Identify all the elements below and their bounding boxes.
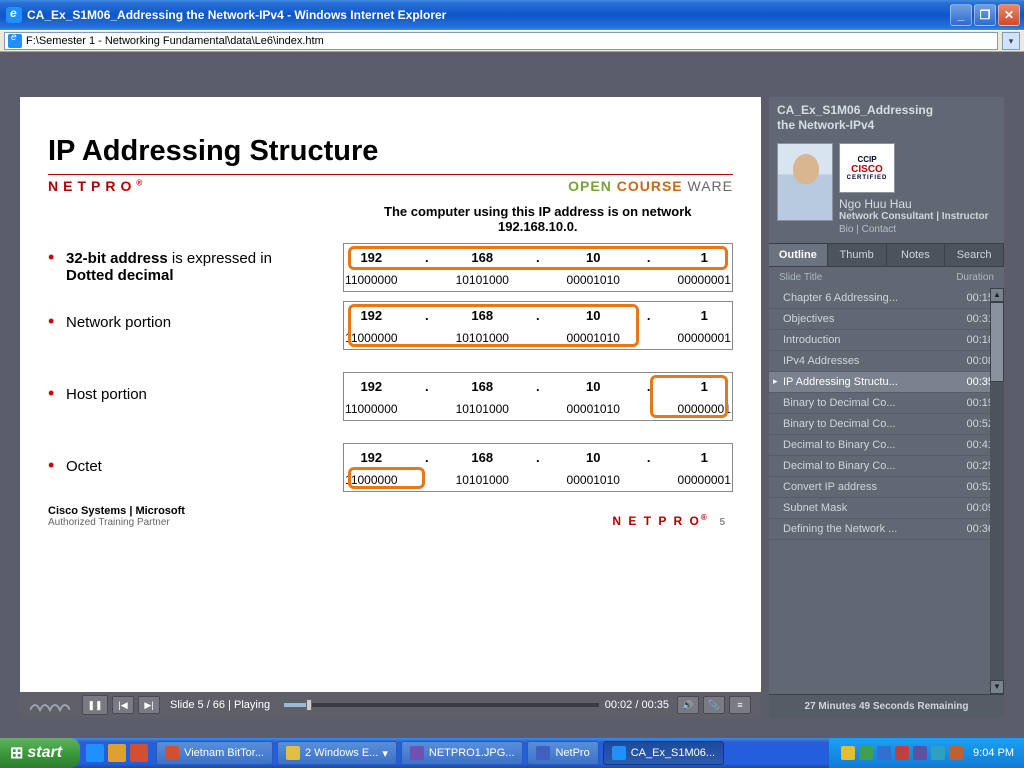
outline-header: Slide TitleDuration — [769, 267, 1004, 288]
outline-item[interactable]: IPv4 Addresses00:08 — [769, 351, 1004, 372]
bullet-item: Host portion — [48, 386, 308, 403]
address-field[interactable]: F:\Semester 1 - Networking Fundamental\d… — [4, 32, 998, 50]
tray-icon[interactable] — [841, 746, 855, 760]
address-dropdown[interactable]: ▾ — [1002, 32, 1020, 50]
slide-column: IP Addressing Structure NETPRO® OPEN COU… — [20, 97, 761, 718]
close-button[interactable]: ✕ — [998, 4, 1020, 26]
tab-thumb[interactable]: Thumb — [828, 244, 887, 266]
task-item-active[interactable]: CA_Ex_S1M06... — [603, 741, 724, 765]
tray-icon[interactable] — [913, 746, 927, 760]
tray-icon[interactable] — [859, 746, 873, 760]
address-bar: F:\Semester 1 - Networking Fundamental\d… — [0, 30, 1024, 52]
netpro-footer: N E T P R O® 5 — [612, 513, 733, 528]
task-item[interactable]: NETPRO1.JPG... — [401, 741, 524, 765]
task-item[interactable]: 2 Windows E...▾ — [277, 741, 397, 765]
menu-button[interactable]: ≡ — [729, 696, 751, 714]
sidebar: CA_Ex_S1M06_Addressingthe Network-IPv4 C… — [769, 97, 1004, 718]
outline-item[interactable]: Objectives00:31 — [769, 309, 1004, 330]
tab-search[interactable]: Search — [945, 244, 1004, 266]
slide-title: IP Addressing Structure — [48, 135, 733, 168]
outline-item[interactable]: Introduction00:18 — [769, 330, 1004, 351]
outline-item[interactable]: Binary to Decimal Co...00:52 — [769, 414, 1004, 435]
tab-outline[interactable]: Outline — [769, 244, 828, 266]
author-role: Network Consultant | Instructor — [839, 211, 996, 222]
quick-launch — [80, 744, 154, 762]
outline-item[interactable]: Convert IP address00:52 — [769, 477, 1004, 498]
author-name: Ngo Huu Hau — [839, 197, 996, 211]
presenter: IP Addressing Structure NETPRO® OPEN COU… — [20, 97, 1004, 718]
scroll-thumb[interactable] — [990, 302, 1004, 382]
remaining-time: 27 Minutes 49 Seconds Remaining — [769, 694, 1004, 718]
progress-slider[interactable] — [284, 703, 599, 707]
ie-icon — [8, 34, 22, 48]
ip-block-host: 192.168.10.1 110000001010100000001010000… — [343, 372, 733, 421]
ie-icon — [6, 7, 22, 23]
task-item[interactable]: NetPro — [527, 741, 598, 765]
outline-item[interactable]: Decimal to Binary Co...00:41 — [769, 435, 1004, 456]
outline-item-active[interactable]: IP Addressing Structu...00:35 — [769, 372, 1004, 393]
outline-scrollbar[interactable]: ▲ ▼ — [990, 288, 1004, 694]
outline-item[interactable]: Subnet Mask00:09 — [769, 498, 1004, 519]
tab-notes[interactable]: Notes — [887, 244, 946, 266]
author-section: CCIP CISCO CERTIFIED Ngo Huu Hau Network… — [769, 139, 1004, 243]
open-courseware: OPEN COURSE WARE — [568, 178, 733, 194]
clock[interactable]: 9:04 PM — [973, 747, 1014, 759]
next-button[interactable]: ▶| — [138, 696, 160, 714]
cert-badge: CCIP CISCO CERTIFIED — [839, 143, 895, 193]
player-bar: ❚❚ |◀ ▶| Slide 5 / 66 | Playing 00:02 / … — [20, 692, 761, 718]
tray-icon[interactable] — [931, 746, 945, 760]
bullet-list: 32-bit address is expressed in Dotted de… — [48, 220, 308, 505]
outline-item[interactable]: Binary to Decimal Co...00:19 — [769, 393, 1004, 414]
slide-footer: Cisco Systems | MicrosoftAuthorized Trai… — [48, 505, 733, 528]
start-button[interactable]: ⊞start — [0, 738, 80, 768]
ip-block-full: 192.168.10.1 110000001010100000001010000… — [343, 243, 733, 292]
diagram-caption: The computer using this IP address is on… — [343, 204, 733, 234]
outline-item[interactable]: Defining the Network ...00:36 — [769, 519, 1004, 540]
taskbar: ⊞start Vietnam BitTor... 2 Windows E...▾… — [0, 738, 1024, 768]
system-tray[interactable]: 9:04 PM — [829, 738, 1024, 768]
slide: IP Addressing Structure NETPRO® OPEN COU… — [20, 97, 761, 692]
bullet-item: Octet — [48, 458, 308, 475]
play-pause-button[interactable]: ❚❚ — [82, 695, 108, 715]
sidebar-tabs: Outline Thumb Notes Search — [769, 243, 1004, 267]
ip-diagrams: The computer using this IP address is on… — [343, 194, 733, 501]
presenter-logo — [28, 696, 72, 714]
outline-item[interactable]: Decimal to Binary Co...00:25 — [769, 456, 1004, 477]
address-text: F:\Semester 1 - Networking Fundamental\d… — [26, 35, 324, 47]
tray-icon[interactable] — [877, 746, 891, 760]
ql-folder-icon[interactable] — [108, 744, 126, 762]
ip-block-network: 192.168.10.1 110000001010100000001010000… — [343, 301, 733, 350]
ql-ie-icon[interactable] — [86, 744, 104, 762]
tray-icon[interactable] — [895, 746, 909, 760]
ql-firefox-icon[interactable] — [130, 744, 148, 762]
slide-position: Slide 5 / 66 | Playing — [170, 699, 270, 711]
task-item[interactable]: Vietnam BitTor... — [156, 741, 273, 765]
maximize-button[interactable]: ❐ — [974, 4, 996, 26]
netpro-logo: NETPRO® — [48, 178, 142, 194]
author-photo — [777, 143, 833, 221]
bullet-item: Network portion — [48, 314, 308, 331]
tray-icon[interactable] — [949, 746, 963, 760]
scroll-down-button[interactable]: ▼ — [990, 680, 1004, 694]
ip-block-octet: 192.168.10.1 110000001010100000001010000… — [343, 443, 733, 492]
outline-item[interactable]: Chapter 6 Addressing...00:15 — [769, 288, 1004, 309]
sidebar-title: CA_Ex_S1M06_Addressingthe Network-IPv4 — [769, 97, 1004, 139]
bullet-item: 32-bit address is expressed in Dotted de… — [48, 250, 308, 284]
scroll-up-button[interactable]: ▲ — [990, 288, 1004, 302]
minimize-button[interactable]: _ — [950, 4, 972, 26]
window-title: CA_Ex_S1M06_Addressing the Network-IPv4 … — [27, 8, 948, 22]
attachments-button[interactable]: 📎 — [703, 696, 725, 714]
prev-button[interactable]: |◀ — [112, 696, 134, 714]
window-titlebar: CA_Ex_S1M06_Addressing the Network-IPv4 … — [0, 0, 1024, 30]
time-display: 00:02 / 00:35 — [605, 699, 669, 711]
outline-list: Chapter 6 Addressing...00:15 Objectives0… — [769, 288, 1004, 694]
author-links[interactable]: Bio | Contact — [839, 224, 996, 235]
content-area: IP Addressing Structure NETPRO® OPEN COU… — [0, 52, 1024, 738]
partner-brand: Cisco Systems | MicrosoftAuthorized Trai… — [48, 505, 185, 528]
volume-button[interactable]: 🔊 — [677, 696, 699, 714]
brand-row: NETPRO® OPEN COURSE WARE — [48, 174, 733, 194]
